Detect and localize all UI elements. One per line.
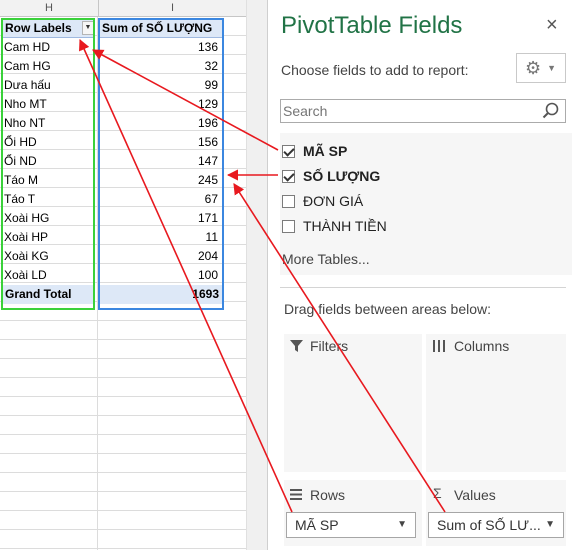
grid-line <box>97 17 98 550</box>
value-cell[interactable]: 156 <box>100 133 220 152</box>
row-label-cell[interactable]: Nho NT <box>4 114 94 133</box>
columns-icon <box>433 340 445 352</box>
row-label-cell[interactable]: Dưa hấu <box>4 76 94 95</box>
chevron-down-icon[interactable]: ▼ <box>397 513 407 537</box>
row-label-cell[interactable]: Xoài HP <box>4 228 94 247</box>
field-so-luong[interactable]: SỐ LƯỢNG <box>282 166 380 186</box>
column-h-label: H <box>45 2 53 14</box>
grand-total-label[interactable]: Grand Total <box>2 285 95 304</box>
divider <box>280 287 566 288</box>
pivottable-fields-pane: PivotTable Fields × Choose fields to add… <box>268 0 572 550</box>
sigma-icon: Σ <box>433 485 442 501</box>
row-label-cell[interactable]: Ổi ND <box>4 152 94 171</box>
grid-row <box>0 511 268 530</box>
field-label: THÀNH TIỀN <box>303 218 387 234</box>
value-cell[interactable]: 100 <box>100 266 220 285</box>
columns-label: Columns <box>454 338 510 354</box>
values-area[interactable]: Σ Values Sum of SỐ LƯ... ▼ <box>426 480 566 546</box>
grid-row <box>0 435 268 454</box>
search-icon[interactable] <box>541 101 561 121</box>
pane-title: PivotTable Fields <box>281 12 463 39</box>
value-cell[interactable]: 147 <box>100 152 220 171</box>
tools-button[interactable]: ⚙ ▼ <box>516 53 566 83</box>
grid-row <box>0 378 268 397</box>
column-header-h[interactable]: H <box>0 0 98 17</box>
checkbox-thanh-tien[interactable] <box>282 220 295 233</box>
column-i-label: I <box>170 2 175 14</box>
rows-icon <box>290 489 302 500</box>
values-field-sum[interactable]: Sum of SỐ LƯ... ▼ <box>428 512 564 538</box>
row-label-cell[interactable]: Xoài LD <box>4 266 94 285</box>
row-labels-filter-dropdown[interactable]: ▼ <box>82 21 94 35</box>
row-label-cell[interactable]: Cam HG <box>4 57 94 76</box>
field-list: MÃ SP SỐ LƯỢNG ĐƠN GIÁ THÀNH TIỀN More T… <box>280 133 572 275</box>
grid-row <box>0 397 268 416</box>
value-cell[interactable]: 32 <box>100 57 220 76</box>
checkbox-don-gia[interactable] <box>282 195 295 208</box>
row-label-cell[interactable]: Ổi HD <box>4 133 94 152</box>
column-header-i[interactable]: I <box>98 0 246 17</box>
value-cell[interactable]: 196 <box>100 114 220 133</box>
rows-label: Rows <box>310 487 346 503</box>
filters-area[interactable]: Filters <box>284 334 422 472</box>
field-label: MÃ SP <box>303 143 348 159</box>
value-cell[interactable]: 11 <box>100 228 220 247</box>
value-cell[interactable]: 171 <box>100 209 220 228</box>
value-cell[interactable]: 99 <box>100 76 220 95</box>
value-cell[interactable]: 204 <box>100 247 220 266</box>
checkbox-so-luong[interactable] <box>282 170 295 183</box>
spreadsheet-area: H I Row Labels ▼ Sum of SỐ LƯỢNG Cam HD 1… <box>0 0 268 550</box>
drag-fields-label: Drag fields between areas below: <box>284 301 492 317</box>
sum-header[interactable]: Sum of SỐ LƯỢNG <box>99 19 223 38</box>
chevron-down-icon: ▼ <box>547 63 557 73</box>
gear-icon: ⚙ <box>525 58 542 78</box>
vertical-scrollbar[interactable] <box>246 0 268 550</box>
row-label-cell[interactable]: Nho MT <box>4 95 94 114</box>
rows-field-ma-sp[interactable]: MÃ SP ▼ <box>286 512 416 538</box>
grid-row <box>0 416 268 435</box>
field-thanh-tien[interactable]: THÀNH TIỀN <box>282 216 387 236</box>
values-label: Values <box>454 487 496 503</box>
row-label-cell[interactable]: Cam HD <box>4 38 94 57</box>
pill-label: Sum of SỐ LƯ... <box>437 517 541 533</box>
filter-icon <box>290 340 303 352</box>
grid-row <box>0 340 268 359</box>
close-icon[interactable]: × <box>546 14 558 37</box>
field-don-gia[interactable]: ĐƠN GIÁ <box>282 191 363 211</box>
grid-row <box>0 321 268 340</box>
choose-fields-label: Choose fields to add to report: <box>281 62 469 78</box>
grid-row <box>0 492 268 511</box>
row-label-cell[interactable]: Táo T <box>4 190 94 209</box>
filters-label: Filters <box>310 338 349 354</box>
value-cell[interactable]: 136 <box>100 38 220 57</box>
field-label: SỐ LƯỢNG <box>303 168 381 184</box>
grid-row <box>0 473 268 492</box>
columns-area[interactable]: Columns <box>426 334 566 472</box>
field-search-box[interactable] <box>280 99 566 123</box>
row-label-cell[interactable]: Xoài HG <box>4 209 94 228</box>
grand-total-value[interactable]: 1693 <box>99 285 223 304</box>
search-input[interactable] <box>283 102 533 120</box>
grid-row <box>0 454 268 473</box>
value-cell[interactable]: 129 <box>100 95 220 114</box>
grid-row <box>0 530 268 549</box>
checkbox-ma-sp[interactable] <box>282 145 295 158</box>
chevron-down-icon[interactable]: ▼ <box>545 513 555 537</box>
grid-row <box>0 359 268 378</box>
field-label: ĐƠN GIÁ <box>303 193 364 209</box>
pill-label: MÃ SP <box>295 517 339 533</box>
more-tables-link[interactable]: More Tables... <box>282 251 370 267</box>
value-cell[interactable]: 245 <box>100 171 220 190</box>
row-label-cell[interactable]: Xoài KG <box>4 247 94 266</box>
grid-row <box>0 302 268 321</box>
row-label-cell[interactable]: Táo M <box>4 171 94 190</box>
value-cell[interactable]: 67 <box>100 190 220 209</box>
field-ma-sp[interactable]: MÃ SP <box>282 141 347 161</box>
rows-area[interactable]: Rows MÃ SP ▼ <box>284 480 422 546</box>
